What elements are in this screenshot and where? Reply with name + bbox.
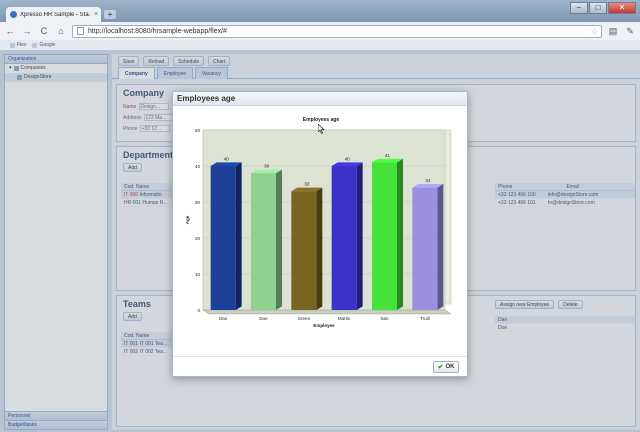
check-icon: ✔ <box>437 364 444 371</box>
mouse-cursor-icon <box>318 124 325 134</box>
reload-button[interactable]: C <box>38 25 50 37</box>
bar-side <box>316 187 323 310</box>
tab-title: Xpresso HR Sample - Sta... <box>20 11 90 18</box>
bar <box>291 191 317 310</box>
browser-titlebar: Xpresso HR Sample - Sta... × + – □ ✕ <box>0 0 640 22</box>
bar <box>371 162 398 310</box>
bar-side <box>437 184 444 310</box>
bookmark-label: Google <box>39 42 56 48</box>
bar-value-label: 38 <box>264 164 270 169</box>
back-button[interactable]: ← <box>4 25 16 37</box>
window-controls: – □ ✕ <box>570 2 636 14</box>
x-tick-label: Green <box>298 316 311 321</box>
bar-side <box>276 169 283 310</box>
page-menu-icon[interactable]: ▤ <box>607 25 619 37</box>
close-window-button[interactable]: ✕ <box>608 2 636 14</box>
bar <box>412 187 438 310</box>
x-axis-label: Employee <box>313 323 335 328</box>
home-button[interactable]: ⌂ <box>55 25 67 37</box>
x-tick-label: Dan <box>219 316 228 321</box>
x-tick-label: Doe <box>259 316 268 321</box>
bar-value-label: 33 <box>304 182 310 187</box>
bookmarks-bar: Flex Google <box>0 40 640 51</box>
bar-side <box>235 162 242 310</box>
y-tick-label: 10 <box>195 272 201 277</box>
bar <box>331 166 357 310</box>
bookmark-star-icon[interactable]: ☆ <box>591 27 598 36</box>
y-tick-label: 0 <box>197 308 200 313</box>
bar <box>250 173 277 310</box>
bookmark-flex[interactable]: Flex <box>10 42 26 48</box>
y-tick-label: 30 <box>195 200 201 205</box>
browser-toolbar: ← → C ⌂ http://localhost:8080/hrsample-w… <box>0 22 640 40</box>
chart-container: Employees age 0 10 20 30 40 50 Age 40 Dan 38 Doe 33 G… <box>183 112 459 347</box>
y-tick-label: 40 <box>195 164 201 169</box>
maximize-button[interactable]: □ <box>589 2 607 14</box>
bookmark-icon <box>32 42 38 48</box>
bar-value-label: 40 <box>345 156 351 161</box>
browser-tab[interactable]: Xpresso HR Sample - Sta... × <box>6 7 101 22</box>
tab-close-icon[interactable]: × <box>94 11 98 18</box>
employees-age-chart: Employees age 0 10 20 30 40 50 Age 40 Dan 38 Doe 33 G… <box>185 117 452 328</box>
x-tick-label: San <box>380 316 389 321</box>
y-tick-label: 50 <box>195 128 201 133</box>
x-tick-label: Truill <box>420 316 430 321</box>
bookmark-google[interactable]: Google <box>32 42 56 48</box>
bookmark-label: Flex <box>17 42 27 48</box>
dialog-footer: ✔ OK <box>173 356 467 376</box>
y-axis-label: Age <box>185 215 190 224</box>
dialog-title: Employees age <box>173 92 467 106</box>
bar-value-label: 34 <box>425 178 431 183</box>
bar-value-label: 40 <box>224 156 230 161</box>
bookmark-icon <box>10 42 15 48</box>
y-tick-label: 20 <box>195 236 201 241</box>
forward-button[interactable]: → <box>21 25 33 37</box>
chart-title: Employees age <box>303 117 340 123</box>
url-text: http://localhost:8080/hrsample-webapp/fl… <box>88 27 227 35</box>
minimize-button[interactable]: – <box>570 2 588 14</box>
ok-button[interactable]: ✔ OK <box>433 361 459 373</box>
bar-value-label: 41 <box>385 153 391 158</box>
x-tick-label: Martin <box>338 316 351 321</box>
bar-side <box>356 162 363 310</box>
ok-label: OK <box>445 364 455 370</box>
bar-side <box>397 158 404 310</box>
address-bar[interactable]: http://localhost:8080/hrsample-webapp/fl… <box>72 24 602 38</box>
wrench-icon[interactable]: ✎ <box>624 25 636 37</box>
favicon-icon <box>10 11 17 18</box>
new-tab-button[interactable]: + <box>104 10 116 19</box>
plot-floor <box>202 309 452 315</box>
page-icon <box>77 27 84 35</box>
bar <box>210 166 236 310</box>
